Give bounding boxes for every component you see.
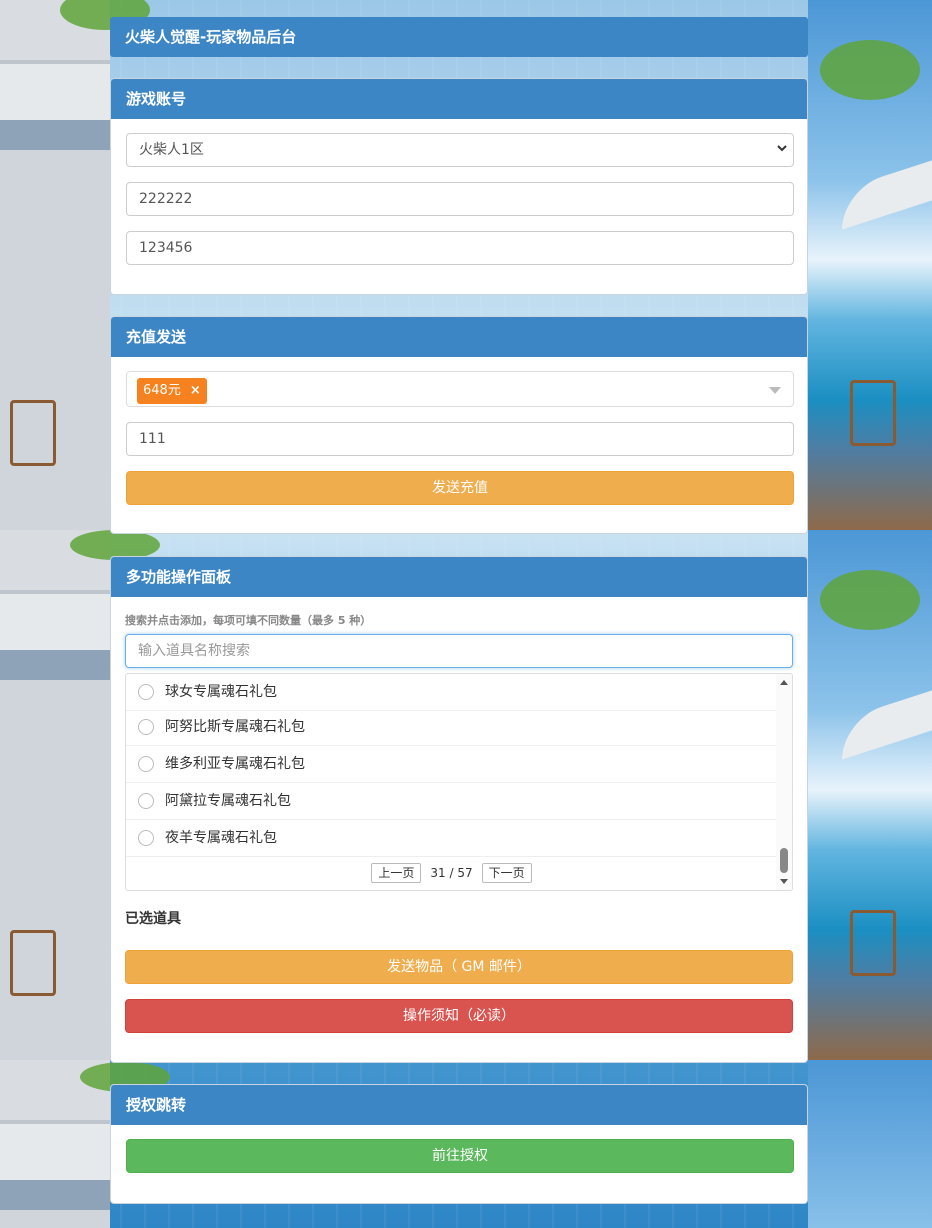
item-list: 球女专属魂石礼包 阿努比斯专属魂石礼包 维多利亚专属魂石礼包 阿黛拉专属魂石礼包…	[125, 673, 793, 891]
close-icon[interactable]: ×	[190, 383, 201, 398]
list-item-label: 维多利亚专属魂石礼包	[165, 756, 305, 772]
auth-panel: 授权跳转 前往授权	[110, 1084, 808, 1204]
recharge-package-select[interactable]: 648元 ×	[126, 371, 794, 407]
pagination: 上一页 31 / 57 下一页	[126, 857, 777, 889]
selected-package-tag[interactable]: 648元 ×	[137, 378, 207, 404]
radio-icon[interactable]	[138, 756, 154, 772]
chair-decoration	[10, 930, 56, 996]
list-item[interactable]: 维多利亚专属魂石礼包	[126, 746, 777, 783]
list-item[interactable]: 阿黛拉专属魂石礼包	[126, 783, 777, 820]
item-search-input[interactable]: 输入道具名称搜索	[125, 634, 793, 668]
go-authorize-button[interactable]: 前往授权	[126, 1139, 794, 1173]
radio-icon[interactable]	[138, 719, 154, 735]
list-item-label: 球女专属魂石礼包	[165, 684, 277, 700]
selected-package-label: 648元	[143, 383, 181, 398]
radio-icon[interactable]	[138, 830, 154, 846]
page-title: 火柴人觉醒-玩家物品后台	[110, 17, 808, 57]
account-panel-title: 游戏账号	[111, 79, 807, 119]
list-item[interactable]: 阿努比斯专属魂石礼包	[126, 709, 777, 746]
selected-items-label: 已选道具	[125, 911, 181, 927]
send-recharge-button[interactable]: 发送充值	[126, 471, 794, 505]
recharge-panel: 充值发送 648元 × 111 发送充值	[110, 316, 808, 534]
chair-decoration	[850, 910, 896, 976]
scroll-up-icon[interactable]	[780, 680, 788, 685]
account-panel: 游戏账号 火柴人1区 222222 123456	[110, 78, 808, 295]
scroll-thumb[interactable]	[780, 848, 788, 873]
chair-decoration	[10, 400, 56, 466]
multi-function-panel-title: 多功能操作面板	[111, 557, 807, 597]
chair-decoration	[850, 380, 896, 446]
dropdown-caret-icon	[769, 387, 781, 394]
auth-panel-title: 授权跳转	[111, 1085, 807, 1125]
page-indicator: 31 / 57	[430, 866, 473, 880]
chevron-down-icon	[777, 145, 787, 152]
scroll-down-icon[interactable]	[780, 879, 788, 884]
foliage-decoration	[820, 40, 920, 100]
prev-page-button[interactable]: 上一页	[371, 863, 422, 883]
recharge-panel-title: 充值发送	[111, 317, 807, 357]
notice-button[interactable]: 操作须知（必读）	[125, 999, 793, 1033]
password-input[interactable]: 123456	[126, 231, 794, 265]
server-select[interactable]: 火柴人1区	[126, 133, 794, 167]
background-house-wall	[0, 0, 110, 1228]
list-scrollbar[interactable]	[776, 674, 792, 890]
list-item-label: 阿努比斯专属魂石礼包	[165, 719, 305, 735]
list-item-label: 夜羊专属魂石礼包	[165, 830, 277, 846]
radio-icon[interactable]	[138, 793, 154, 809]
foliage-decoration	[820, 570, 920, 630]
list-item[interactable]: 夜羊专属魂石礼包	[126, 820, 777, 857]
list-item[interactable]: 球女专属魂石礼包	[126, 674, 777, 711]
next-page-button[interactable]: 下一页	[481, 863, 532, 883]
search-hint: 搜索并点击添加，每项可填不同数量（最多 5 种）	[125, 614, 372, 627]
recharge-amount-input[interactable]: 111	[126, 422, 794, 456]
radio-icon[interactable]	[138, 684, 154, 700]
send-items-button[interactable]: 发送物品（ GM 邮件）	[125, 950, 793, 984]
server-select-value: 火柴人1区	[139, 142, 204, 158]
list-item-label: 阿黛拉专属魂石礼包	[165, 793, 291, 809]
username-input[interactable]: 222222	[126, 182, 794, 216]
